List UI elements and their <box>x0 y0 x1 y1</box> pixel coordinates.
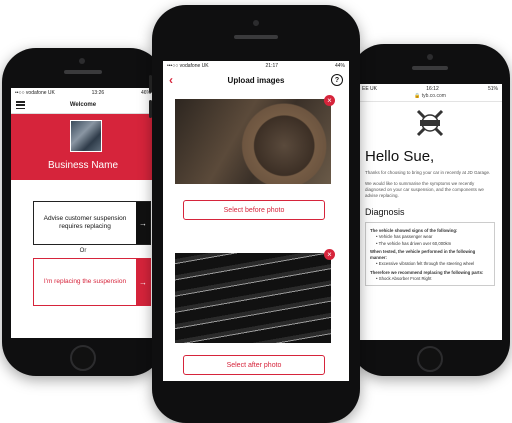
list-item: • The vehicle has driven over 60,000km <box>376 240 452 246</box>
test-heading: When tested, the vehicle performed in th… <box>370 248 476 261</box>
center-phone: •••○○ vodafone UK 21:17 44% ‹ Upload ima… <box>149 5 360 423</box>
replace-button-label: I'm replacing the suspension <box>43 278 127 286</box>
after-photo-card: × Select after photo <box>175 249 335 375</box>
battery-label: 44% <box>334 62 345 69</box>
url-bar[interactable]: 🔒 tyb.co.com <box>358 93 502 102</box>
greeting-heading: Hello Sue, <box>365 148 435 165</box>
help-icon[interactable]: ? <box>331 74 343 86</box>
or-divider: Or <box>79 248 87 254</box>
carrier-label: ••○○ vodafone UK <box>15 89 55 96</box>
intro-paragraph: Thanks for choosing to bring your car in… <box>365 170 491 175</box>
diagnosis-box: The vehicle showed signs of the followin… <box>365 222 495 286</box>
front-camera <box>79 58 85 64</box>
intro-paragraph: We would like to summarise the symptoms … <box>365 181 484 199</box>
navigation-bar: Welcome <box>11 97 155 114</box>
upload-images-screen: •••○○ vodafone UK 21:17 44% ‹ Upload ima… <box>163 61 349 381</box>
left-phone: ••○○ vodafone UK 13:26 46% Welcome Busin… <box>2 48 164 376</box>
arrow-right-icon: → <box>136 202 150 244</box>
list-item: • Excessive vibration felt through the s… <box>376 261 475 267</box>
before-photo-card: × Select before photo <box>175 95 335 220</box>
business-photo <box>70 120 102 152</box>
advise-button-label: Advise customer suspension requires repl… <box>43 215 127 230</box>
clock-label: 13:26 <box>91 89 105 96</box>
screen-header: ‹ Upload images ? <box>163 70 349 90</box>
home-button[interactable] <box>70 345 96 371</box>
business-name: Business Name <box>47 160 119 171</box>
speaker <box>412 66 448 70</box>
back-arrow-icon[interactable]: ‹ <box>169 73 173 87</box>
volume-up-button <box>149 75 152 93</box>
status-bar: EE UK 16:12 51% <box>358 84 502 93</box>
status-bar: ••○○ vodafone UK 13:26 46% <box>11 88 155 97</box>
remove-photo-icon[interactable]: × <box>324 95 335 106</box>
carrier-label: •••○○ vodafone UK <box>167 62 209 69</box>
business-banner: Business Name <box>11 114 155 180</box>
arrow-right-icon: → <box>136 259 150 305</box>
list-item: • Shock Absorber Front Right <box>376 275 432 281</box>
after-photo-image <box>175 253 331 343</box>
front-camera <box>253 20 259 26</box>
nav-title: Welcome <box>69 102 97 108</box>
advise-replacement-button[interactable]: Advise customer suspension requires repl… <box>33 201 151 245</box>
remove-photo-icon[interactable]: × <box>324 249 335 260</box>
clock-label: 21:17 <box>265 62 279 69</box>
replacing-suspension-button[interactable]: I'm replacing the suspension → <box>33 258 151 306</box>
carrier-label: EE UK <box>362 85 378 92</box>
email-screen: EE UK 16:12 51% 🔒 tyb.co.com Hello Sue, … <box>358 84 502 340</box>
home-button[interactable] <box>417 346 443 372</box>
before-photo-image <box>175 99 331 184</box>
right-phone: EE UK 16:12 51% 🔒 tyb.co.com Hello Sue, … <box>350 44 510 376</box>
front-camera <box>427 54 433 60</box>
page-title: Upload images <box>227 75 285 85</box>
garage-logo <box>415 108 445 138</box>
speaker <box>234 35 278 39</box>
select-after-photo-button[interactable]: Select after photo <box>183 355 325 375</box>
speaker <box>64 70 102 74</box>
select-before-photo-button[interactable]: Select before photo <box>183 200 325 220</box>
status-bar: •••○○ vodafone UK 21:17 44% <box>163 61 349 70</box>
hamburger-menu-icon[interactable] <box>16 101 25 109</box>
volume-down-button <box>149 100 152 118</box>
battery-label: 51% <box>487 85 498 92</box>
welcome-screen: ••○○ vodafone UK 13:26 46% Welcome Busin… <box>11 88 155 338</box>
diagnosis-heading: Diagnosis <box>365 207 405 218</box>
clock-label: 16:12 <box>426 85 439 92</box>
